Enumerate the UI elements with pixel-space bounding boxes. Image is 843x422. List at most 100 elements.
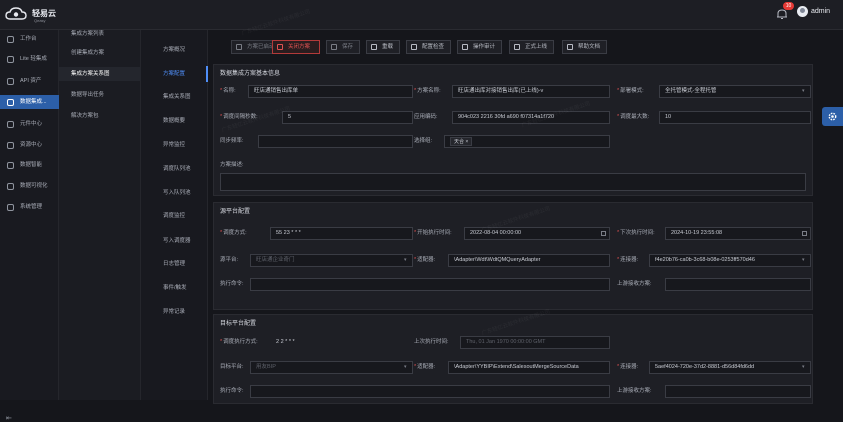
source-next-input[interactable]: 2024-10-19 23:55:08 bbox=[665, 227, 811, 240]
source-upstream-input[interactable] bbox=[665, 278, 811, 291]
target-script-input[interactable] bbox=[250, 385, 610, 398]
target-schedule-input[interactable]: 2 2 * * * bbox=[270, 336, 413, 349]
sidebar-item-workbench[interactable]: 工作台 bbox=[0, 32, 59, 46]
source-adapter-input[interactable]: \Adapter\Wdt\WdtQMQueryAdapter bbox=[448, 254, 610, 267]
tab-relation[interactable]: 集成关系图 bbox=[141, 89, 208, 105]
source-start-input[interactable]: 2022-08-04 00:00:00 bbox=[464, 227, 610, 240]
lite-icon bbox=[7, 56, 14, 63]
sidebar-item-visual[interactable]: 数据可视化 bbox=[0, 179, 59, 193]
tab-summary[interactable]: 数据概要 bbox=[141, 113, 208, 129]
tab-events[interactable]: 事件/触发 bbox=[141, 280, 208, 296]
group-select[interactable]: 天合 × bbox=[444, 135, 610, 148]
sidebar-item-label: 资源中心 bbox=[20, 142, 43, 148]
chevron-down-icon: ▾ bbox=[404, 364, 407, 370]
max-dispatch-field: *调度最大数: 10 bbox=[617, 111, 812, 124]
source-start-field: *开始执行时间: 2022-08-04 00:00:00 bbox=[414, 227, 614, 240]
target-upstream-input[interactable] bbox=[665, 385, 811, 398]
audit-button[interactable]: 操作审计 bbox=[457, 40, 502, 54]
visual-icon bbox=[7, 183, 14, 190]
tab-overview[interactable]: 方案概况 bbox=[141, 42, 208, 58]
sidebar-item-component[interactable]: 元件中心 bbox=[0, 117, 59, 131]
target-platform-select[interactable]: 用友BIP ▾ bbox=[250, 361, 413, 374]
remark-field: 方案描述: bbox=[220, 162, 244, 168]
chevron-down-icon: ▾ bbox=[802, 257, 805, 263]
submenu-item-list[interactable]: 集成方案列表 bbox=[59, 27, 141, 41]
sidebar-item-label: API 资产 bbox=[20, 78, 42, 84]
chevron-down-icon: ▾ bbox=[802, 88, 805, 94]
calendar-icon bbox=[601, 231, 606, 236]
tab-dispatch-queue[interactable]: 调度队列池 bbox=[141, 161, 208, 177]
tab-logs[interactable]: 日志管理 bbox=[141, 256, 208, 272]
save-icon bbox=[331, 44, 337, 50]
config-check-button[interactable]: 配置检查 bbox=[406, 40, 451, 54]
notification-badge: 10 bbox=[783, 2, 794, 10]
scheme-name-field: *方案名称: 旺店通出库对接销售出库(已上线)-v bbox=[414, 85, 614, 98]
check-icon bbox=[411, 44, 417, 50]
reload-icon bbox=[371, 44, 377, 50]
target-connector-select[interactable]: 5aef4024-720e-37d2-8881-d56d84fd6dd ▾ bbox=[649, 361, 811, 374]
section-title: 源平台配置 bbox=[220, 209, 251, 215]
sidebar-item-integration[interactable]: 数据集成... bbox=[0, 95, 59, 109]
settings-float-button[interactable] bbox=[822, 107, 843, 126]
tab-write-dispatcher[interactable]: 写入调度器 bbox=[141, 233, 208, 249]
sidebar-item-system[interactable]: 系统管理 bbox=[0, 200, 59, 214]
target-adapter-input[interactable]: \Adapter\YYBIP\Extend\SalesoutMergeSourc… bbox=[448, 361, 610, 374]
sidebar-item-intelligence[interactable]: 数据智能 bbox=[0, 158, 59, 172]
avatar[interactable] bbox=[797, 6, 808, 17]
calendar-icon bbox=[802, 231, 807, 236]
sidebar-item-resource[interactable]: 资源中心 bbox=[0, 138, 59, 152]
submenu-item-solution[interactable]: 解决方案包 bbox=[59, 109, 141, 123]
interval-input[interactable]: 5 bbox=[282, 111, 413, 124]
chevron-down-icon: ▾ bbox=[802, 364, 805, 370]
source-script-input[interactable] bbox=[250, 278, 610, 291]
submenu-item-graph[interactable]: 集成方案关系图 bbox=[59, 67, 141, 81]
component-icon bbox=[7, 121, 14, 128]
app-id-input[interactable]: 904c023 2216 30fd a690 f07314a1f720 bbox=[452, 111, 610, 124]
source-connector-select[interactable]: f4e20b76-ca0b-3c68-b08e-0253ff570d46 ▾ bbox=[649, 254, 811, 267]
scheme-name-input[interactable]: 旺店通出库对接销售出库(已上线)-v bbox=[452, 85, 610, 98]
tab-exception[interactable]: 异常监控 bbox=[141, 137, 208, 153]
source-upstream-field: 上游接收方案: bbox=[617, 278, 812, 291]
play-icon bbox=[236, 44, 242, 50]
sidebar-item-label: 工作台 bbox=[20, 36, 37, 42]
deploy-mode-select[interactable]: 全托管模式-全程托管 ▾ bbox=[659, 85, 811, 98]
brand-logo[interactable]: 轻易云 Qeasy bbox=[4, 4, 64, 26]
main-content: 数据集成方案基本信息 *名称: 旺店通销售出库单 *方案名称: 旺店通出库对接销… bbox=[213, 62, 813, 404]
source-platform-field: 源平台: 旺店通企业奇门 ▾ bbox=[220, 254, 413, 267]
basic-info-section: 数据集成方案基本信息 *名称: 旺店通销售出库单 *方案名称: 旺店通出库对接销… bbox=[213, 64, 813, 196]
source-schedule-input[interactable]: 55 23 * * * bbox=[270, 227, 413, 240]
submenu-item-export[interactable]: 数据导出任务 bbox=[59, 88, 141, 102]
tab-dispatch-monitor[interactable]: 调度监控 bbox=[141, 208, 208, 224]
collapse-icon[interactable]: ⇤ bbox=[6, 414, 14, 422]
sidebar-item-label: 数据集成... bbox=[20, 99, 47, 105]
intelligence-icon bbox=[7, 162, 14, 169]
sidebar-item-api[interactable]: API 资产 bbox=[0, 74, 59, 88]
target-adapter-field: *适配器: \Adapter\YYBIP\Extend\SalesoutMerg… bbox=[414, 361, 614, 374]
sync-input[interactable] bbox=[258, 135, 413, 148]
go-live-button[interactable]: 正式上线 bbox=[509, 40, 554, 54]
save-button[interactable]: 保存 bbox=[326, 40, 360, 54]
tab-config[interactable]: 方案配置 bbox=[141, 66, 208, 82]
tab-write-queue[interactable]: 写入队列池 bbox=[141, 185, 208, 201]
target-upstream-field: 上游接收方案: bbox=[617, 385, 812, 398]
max-dispatch-input[interactable]: 10 bbox=[659, 111, 811, 124]
target-last-input[interactable]: Thu, 01 Jan 1970 00:00:00 GMT bbox=[460, 336, 610, 349]
name-input[interactable]: 旺店通销售出库单 bbox=[248, 85, 413, 98]
source-schedule-field: *调度方式: 55 23 * * * bbox=[220, 227, 413, 240]
group-tag: 天合 × bbox=[450, 137, 473, 146]
main-sidebar: 工作台 Lite 轻集成 API 资产 数据集成... 元件中心 资源中心 数据… bbox=[0, 30, 59, 422]
power-icon bbox=[277, 44, 283, 50]
submenu-item-create[interactable]: 创建集成方案 bbox=[59, 46, 141, 60]
reload-button[interactable]: 重载 bbox=[366, 40, 400, 54]
close-scheme-button[interactable]: 关闭方案 bbox=[272, 40, 320, 54]
username[interactable]: admin bbox=[811, 8, 830, 15]
sidebar-item-lite[interactable]: Lite 轻集成 bbox=[0, 52, 59, 66]
target-platform-field: 目标平台: 用友BIP ▾ bbox=[220, 361, 413, 374]
remark-textarea[interactable] bbox=[220, 173, 806, 191]
name-field: *名称: 旺店通销售出库单 bbox=[220, 85, 413, 98]
help-doc-button[interactable]: 帮助文档 bbox=[562, 40, 607, 54]
source-platform-select[interactable]: 旺店通企业奇门 ▾ bbox=[250, 254, 413, 267]
tab-error-records[interactable]: 异常记录 bbox=[141, 304, 208, 320]
sync-field: 同步频率: bbox=[220, 135, 413, 148]
chevron-down-icon: ▾ bbox=[404, 257, 407, 263]
